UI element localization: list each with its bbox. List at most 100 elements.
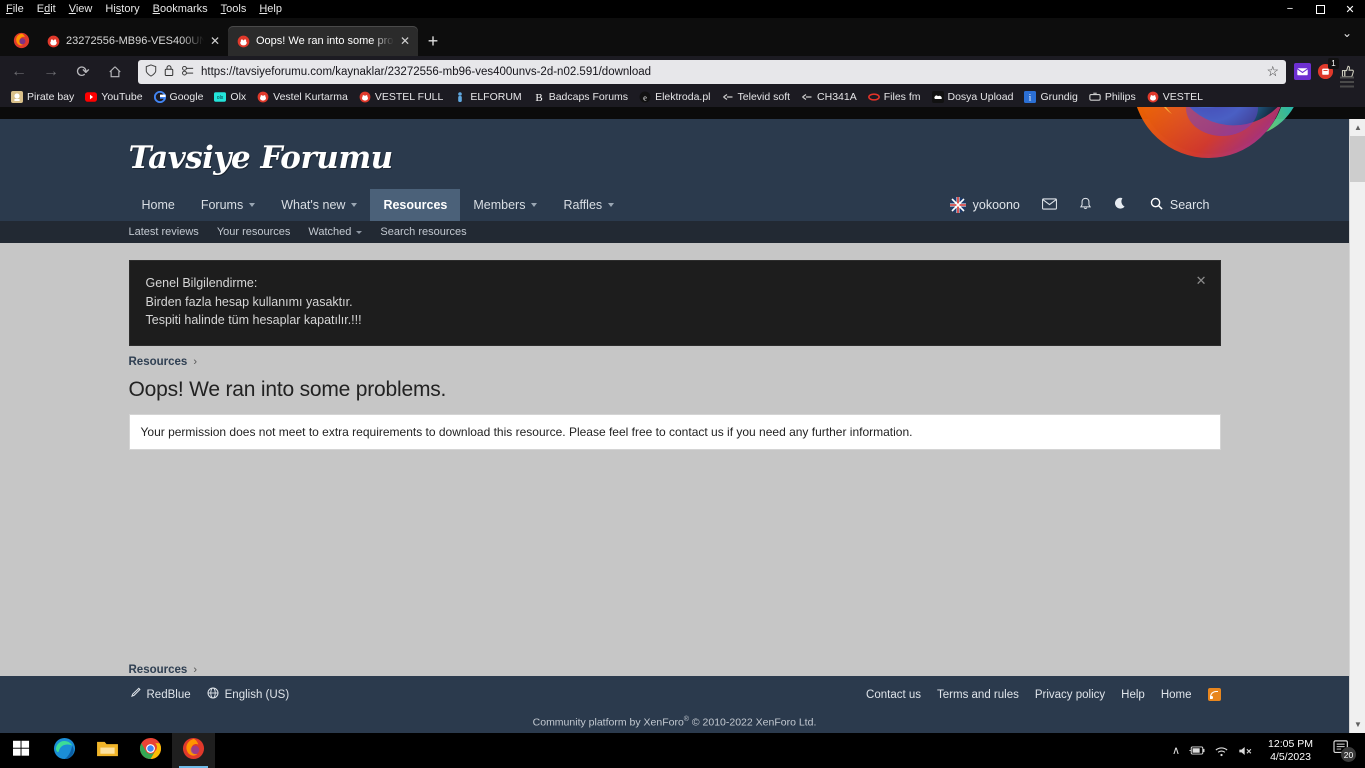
bookmark-item[interactable]: Philips: [1084, 90, 1141, 104]
nav-item-raffles[interactable]: Raffles: [550, 189, 627, 221]
bookmark-item[interactable]: Files fm: [863, 90, 926, 104]
edge-taskbar-icon[interactable]: [43, 733, 86, 768]
footer-link-contact-us[interactable]: Contact us: [866, 689, 921, 701]
footer-link-terms-and-rules[interactable]: Terms and rules: [937, 689, 1019, 701]
minimize-button[interactable]: −: [1275, 0, 1305, 18]
chrome-taskbar-icon[interactable]: [129, 733, 172, 768]
subnav-label: Latest reviews: [128, 226, 199, 238]
tab-close-icon[interactable]: ✕: [210, 34, 221, 48]
bookmark-item[interactable]: i Grundig: [1019, 90, 1082, 104]
subnav-watched[interactable]: Watched: [299, 226, 371, 238]
menu-help[interactable]: Help: [259, 3, 282, 15]
bookmark-item[interactable]: VESTEL: [1142, 90, 1208, 104]
bookmark-item[interactable]: Vestel Kurtarma: [252, 90, 353, 104]
bookmark-item[interactable]: Pirate bay: [6, 90, 79, 104]
menu-view[interactable]: View: [69, 3, 93, 15]
volume-muted-icon[interactable]: [1238, 745, 1254, 757]
tab-list-chevron-down-icon[interactable]: ⌄: [1333, 22, 1361, 44]
navigation-toolbar: ← → ⟳ https://tavsiyeforumu.com/kaynakla…: [0, 56, 1365, 87]
mail-extension-icon[interactable]: [1294, 63, 1311, 80]
dark-mode-toggle[interactable]: [1103, 189, 1139, 221]
bookmark-item[interactable]: YouTube: [80, 90, 147, 104]
firefox-taskbar-icon[interactable]: [172, 733, 215, 768]
notice-close-icon[interactable]: ✕: [1196, 272, 1207, 291]
footer-link-help[interactable]: Help: [1121, 689, 1145, 701]
breadcrumb-separator: ›: [193, 355, 197, 368]
subnav-your-resources[interactable]: Your resources: [208, 226, 300, 238]
style-chooser[interactable]: RedBlue: [129, 687, 191, 702]
vertical-scrollbar[interactable]: ▲ ▼: [1349, 119, 1365, 733]
notice-line-1: Genel Bilgilendirme:: [145, 276, 258, 290]
new-tab-button[interactable]: +: [418, 26, 448, 56]
reload-button[interactable]: ⟳: [68, 59, 98, 85]
footer-link-privacy-policy[interactable]: Privacy policy: [1035, 689, 1105, 701]
firefox-favicon-icon: [1147, 91, 1159, 103]
firefox-favicon-icon: [359, 91, 371, 103]
menu-bookmarks[interactable]: Bookmarks: [153, 3, 208, 15]
home-button[interactable]: [100, 59, 130, 85]
language-chooser[interactable]: English (US): [207, 687, 289, 702]
bookmark-item[interactable]: olx Olx: [209, 90, 251, 104]
footer-link-home[interactable]: Home: [1161, 689, 1192, 701]
pirate-icon: [11, 91, 23, 103]
nav-item-forums[interactable]: Forums: [188, 189, 268, 221]
menu-file[interactable]: FFileile: [6, 3, 24, 15]
menu-tools[interactable]: Tools: [221, 3, 247, 15]
breadcrumb-bottom-link-resources[interactable]: Resources: [129, 664, 188, 676]
user-menu[interactable]: yokoono: [939, 189, 1031, 221]
shield-icon[interactable]: [145, 63, 157, 80]
firefox-menu-button[interactable]: [1333, 71, 1361, 93]
taskbar-clock[interactable]: 12:05 PM 4/5/2023: [1263, 738, 1318, 764]
browser-tab-active[interactable]: Oops! We ran into some proble ✕: [228, 26, 418, 56]
back-button[interactable]: ←: [4, 59, 34, 85]
bookmark-item[interactable]: Google: [149, 90, 209, 104]
bookmark-item[interactable]: ELFORUM: [449, 90, 526, 104]
bookmark-item[interactable]: Dosya Upload: [927, 90, 1019, 104]
inbox-button[interactable]: [1031, 189, 1068, 221]
rss-icon[interactable]: [1207, 688, 1221, 701]
nav-item-home[interactable]: Home: [129, 189, 188, 221]
scroll-down-arrow-icon[interactable]: ▼: [1350, 716, 1365, 733]
firefox-logo-icon: [4, 24, 38, 56]
menu-edit[interactable]: Edit: [37, 3, 56, 15]
address-bar[interactable]: https://tavsiyeforumu.com/kaynaklar/2327…: [138, 59, 1286, 84]
downloads-extension-icon[interactable]: 1: [1317, 58, 1339, 80]
maximize-button[interactable]: [1305, 0, 1335, 18]
breadcrumb-link-resources[interactable]: Resources: [129, 356, 188, 368]
action-center-button[interactable]: 20: [1327, 733, 1357, 768]
bookmark-star-icon[interactable]: ☆: [1266, 63, 1279, 80]
tray-overflow-icon[interactable]: ∧: [1172, 744, 1180, 757]
bookmark-item[interactable]: B Badcaps Forums: [528, 90, 633, 104]
clock-date: 4/5/2023: [1270, 750, 1311, 763]
start-button[interactable]: [0, 733, 43, 768]
forward-button[interactable]: →: [36, 59, 66, 85]
bookmark-item[interactable]: VESTEL FULL: [354, 90, 448, 104]
permissions-icon[interactable]: [181, 65, 194, 79]
search-button[interactable]: Search: [1139, 189, 1221, 221]
bookmark-item[interactable]: Televid soft: [717, 90, 796, 104]
browser-tab[interactable]: 23272556-MB96-VES400UNVS-2 ✕: [38, 26, 228, 56]
bookmark-label: VESTEL: [1162, 91, 1204, 103]
wifi-icon[interactable]: [1214, 745, 1229, 757]
subnav-search-resources[interactable]: Search resources: [371, 226, 475, 238]
scrollbar-thumb[interactable]: [1350, 136, 1365, 182]
nav-item-members[interactable]: Members: [460, 189, 550, 221]
battery-icon[interactable]: [1189, 745, 1205, 756]
bookmark-item[interactable]: e Elektroda.pl: [634, 90, 715, 104]
nav-item-whats-new[interactable]: What's new: [268, 189, 370, 221]
alerts-button[interactable]: [1068, 189, 1103, 221]
scroll-up-arrow-icon[interactable]: ▲: [1350, 119, 1365, 136]
globe-icon: [207, 687, 219, 702]
bookmarks-bar: Pirate bay YouTube Google olx Olx Vestel …: [0, 87, 1365, 107]
file-explorer-taskbar-icon[interactable]: [86, 733, 129, 768]
menu-history[interactable]: History: [105, 3, 139, 15]
tab-close-icon[interactable]: ✕: [400, 34, 411, 48]
site-logo[interactable]: Tavsiye Forumu: [129, 140, 394, 176]
magnifier-icon: [1150, 197, 1163, 213]
lock-icon[interactable]: [164, 64, 174, 80]
close-button[interactable]: ✕: [1335, 0, 1365, 18]
nav-item-resources[interactable]: Resources: [370, 189, 461, 221]
system-tray: ∧ 12:05 PM 4/5/2023 20: [1172, 733, 1365, 768]
bookmark-item[interactable]: CH341A: [796, 90, 862, 104]
subnav-latest-reviews[interactable]: Latest reviews: [129, 226, 208, 238]
